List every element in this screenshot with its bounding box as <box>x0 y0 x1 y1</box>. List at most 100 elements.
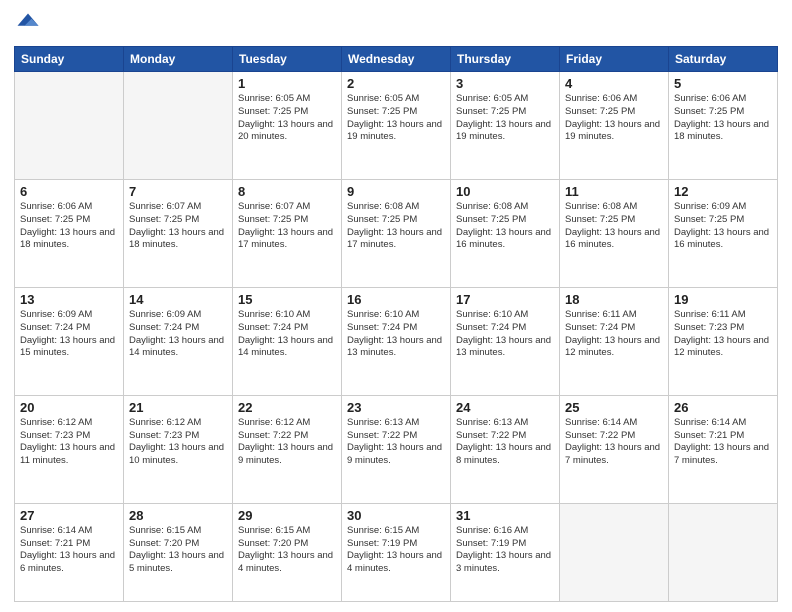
calendar-cell: 21 Sunrise: 6:12 AM Sunset: 7:23 PM Dayli… <box>124 395 233 503</box>
calendar-cell <box>669 503 778 601</box>
day-number: 4 <box>565 76 663 91</box>
calendar-week-3: 13 Sunrise: 6:09 AM Sunset: 7:24 PM Dayli… <box>15 287 778 395</box>
day-info: Sunrise: 6:13 AM Sunset: 7:22 PM Dayligh… <box>347 417 445 468</box>
day-number: 5 <box>674 76 772 91</box>
calendar-cell: 20 Sunrise: 6:12 AM Sunset: 7:23 PM Dayli… <box>15 395 124 503</box>
day-info: Sunrise: 6:15 AM Sunset: 7:20 PM Dayligh… <box>238 525 336 576</box>
day-info: Sunrise: 6:15 AM Sunset: 7:20 PM Dayligh… <box>129 525 227 576</box>
day-info: Sunrise: 6:12 AM Sunset: 7:23 PM Dayligh… <box>20 417 118 468</box>
day-number: 19 <box>674 292 772 307</box>
day-info: Sunrise: 6:10 AM Sunset: 7:24 PM Dayligh… <box>347 309 445 360</box>
calendar-week-4: 20 Sunrise: 6:12 AM Sunset: 7:23 PM Dayli… <box>15 395 778 503</box>
calendar-cell <box>15 72 124 180</box>
calendar-cell: 25 Sunrise: 6:14 AM Sunset: 7:22 PM Dayli… <box>560 395 669 503</box>
day-number: 29 <box>238 508 336 523</box>
calendar-header-saturday: Saturday <box>669 47 778 72</box>
calendar-cell: 28 Sunrise: 6:15 AM Sunset: 7:20 PM Dayli… <box>124 503 233 601</box>
day-number: 16 <box>347 292 445 307</box>
day-info: Sunrise: 6:06 AM Sunset: 7:25 PM Dayligh… <box>20 201 118 252</box>
day-info: Sunrise: 6:06 AM Sunset: 7:25 PM Dayligh… <box>674 93 772 144</box>
day-info: Sunrise: 6:13 AM Sunset: 7:22 PM Dayligh… <box>456 417 554 468</box>
calendar-cell: 12Sunrise: 6:09 AM Sunset: 7:25 PM Dayli… <box>669 179 778 287</box>
day-info: Sunrise: 6:08 AM Sunset: 7:25 PM Dayligh… <box>347 201 445 252</box>
calendar-cell: 17 Sunrise: 6:10 AM Sunset: 7:24 PM Dayli… <box>451 287 560 395</box>
calendar-week-1: 1 Sunrise: 6:05 AM Sunset: 7:25 PM Daylig… <box>15 72 778 180</box>
calendar-cell: 16 Sunrise: 6:10 AM Sunset: 7:24 PM Dayli… <box>342 287 451 395</box>
calendar-cell: 22Sunrise: 6:12 AM Sunset: 7:22 PM Dayli… <box>233 395 342 503</box>
day-number: 26 <box>674 400 772 415</box>
day-info: Sunrise: 6:05 AM Sunset: 7:25 PM Dayligh… <box>456 93 554 144</box>
day-number: 14 <box>129 292 227 307</box>
day-number: 7 <box>129 184 227 199</box>
calendar-cell: 9Sunrise: 6:08 AM Sunset: 7:25 PM Daylig… <box>342 179 451 287</box>
calendar-cell: 10 Sunrise: 6:08 AM Sunset: 7:25 PM Dayli… <box>451 179 560 287</box>
calendar-cell: 27Sunrise: 6:14 AM Sunset: 7:21 PM Dayli… <box>15 503 124 601</box>
calendar-cell: 1 Sunrise: 6:05 AM Sunset: 7:25 PM Daylig… <box>233 72 342 180</box>
day-number: 2 <box>347 76 445 91</box>
day-number: 24 <box>456 400 554 415</box>
calendar-cell: 15 Sunrise: 6:10 AM Sunset: 7:24 PM Dayli… <box>233 287 342 395</box>
calendar-cell: 7Sunrise: 6:07 AM Sunset: 7:25 PM Daylig… <box>124 179 233 287</box>
calendar-cell: 3 Sunrise: 6:05 AM Sunset: 7:25 PM Daylig… <box>451 72 560 180</box>
calendar-cell: 5 Sunrise: 6:06 AM Sunset: 7:25 PM Daylig… <box>669 72 778 180</box>
day-info: Sunrise: 6:12 AM Sunset: 7:23 PM Dayligh… <box>129 417 227 468</box>
day-number: 12 <box>674 184 772 199</box>
day-info: Sunrise: 6:10 AM Sunset: 7:24 PM Dayligh… <box>238 309 336 360</box>
calendar-cell: 14 Sunrise: 6:09 AM Sunset: 7:24 PM Dayli… <box>124 287 233 395</box>
day-info: Sunrise: 6:08 AM Sunset: 7:25 PM Dayligh… <box>565 201 663 252</box>
logo <box>14 10 46 38</box>
day-info: Sunrise: 6:14 AM Sunset: 7:21 PM Dayligh… <box>20 525 118 576</box>
day-info: Sunrise: 6:11 AM Sunset: 7:23 PM Dayligh… <box>674 309 772 360</box>
calendar-cell: 23 Sunrise: 6:13 AM Sunset: 7:22 PM Dayli… <box>342 395 451 503</box>
day-info: Sunrise: 6:07 AM Sunset: 7:25 PM Dayligh… <box>238 201 336 252</box>
day-info: Sunrise: 6:05 AM Sunset: 7:25 PM Dayligh… <box>347 93 445 144</box>
day-number: 8 <box>238 184 336 199</box>
logo-icon <box>14 10 42 38</box>
day-info: Sunrise: 6:09 AM Sunset: 7:24 PM Dayligh… <box>129 309 227 360</box>
calendar-cell <box>560 503 669 601</box>
day-number: 28 <box>129 508 227 523</box>
calendar-cell: 30 Sunrise: 6:15 AM Sunset: 7:19 PM Dayli… <box>342 503 451 601</box>
header <box>14 10 778 38</box>
calendar-header-tuesday: Tuesday <box>233 47 342 72</box>
calendar-cell: 13 Sunrise: 6:09 AM Sunset: 7:24 PM Dayli… <box>15 287 124 395</box>
calendar-cell: 11Sunrise: 6:08 AM Sunset: 7:25 PM Dayli… <box>560 179 669 287</box>
calendar-cell: 29 Sunrise: 6:15 AM Sunset: 7:20 PM Dayli… <box>233 503 342 601</box>
calendar-cell: 6 Sunrise: 6:06 AM Sunset: 7:25 PM Daylig… <box>15 179 124 287</box>
day-info: Sunrise: 6:08 AM Sunset: 7:25 PM Dayligh… <box>456 201 554 252</box>
day-number: 22 <box>238 400 336 415</box>
day-number: 31 <box>456 508 554 523</box>
day-info: Sunrise: 6:14 AM Sunset: 7:21 PM Dayligh… <box>674 417 772 468</box>
day-info: Sunrise: 6:06 AM Sunset: 7:25 PM Dayligh… <box>565 93 663 144</box>
day-number: 20 <box>20 400 118 415</box>
day-number: 10 <box>456 184 554 199</box>
day-number: 13 <box>20 292 118 307</box>
calendar-header-thursday: Thursday <box>451 47 560 72</box>
calendar-cell <box>124 72 233 180</box>
calendar-header-friday: Friday <box>560 47 669 72</box>
day-number: 25 <box>565 400 663 415</box>
calendar: SundayMondayTuesdayWednesdayThursdayFrid… <box>14 46 778 602</box>
day-number: 6 <box>20 184 118 199</box>
day-info: Sunrise: 6:05 AM Sunset: 7:25 PM Dayligh… <box>238 93 336 144</box>
calendar-cell: 31Sunrise: 6:16 AM Sunset: 7:19 PM Dayli… <box>451 503 560 601</box>
calendar-cell: 26 Sunrise: 6:14 AM Sunset: 7:21 PM Dayli… <box>669 395 778 503</box>
calendar-header-wednesday: Wednesday <box>342 47 451 72</box>
day-number: 15 <box>238 292 336 307</box>
day-number: 23 <box>347 400 445 415</box>
calendar-cell: 4 Sunrise: 6:06 AM Sunset: 7:25 PM Daylig… <box>560 72 669 180</box>
day-info: Sunrise: 6:15 AM Sunset: 7:19 PM Dayligh… <box>347 525 445 576</box>
calendar-week-2: 6 Sunrise: 6:06 AM Sunset: 7:25 PM Daylig… <box>15 179 778 287</box>
day-number: 1 <box>238 76 336 91</box>
day-number: 21 <box>129 400 227 415</box>
day-number: 30 <box>347 508 445 523</box>
day-info: Sunrise: 6:10 AM Sunset: 7:24 PM Dayligh… <box>456 309 554 360</box>
day-number: 3 <box>456 76 554 91</box>
day-info: Sunrise: 6:11 AM Sunset: 7:24 PM Dayligh… <box>565 309 663 360</box>
calendar-cell: 24 Sunrise: 6:13 AM Sunset: 7:22 PM Dayli… <box>451 395 560 503</box>
day-info: Sunrise: 6:14 AM Sunset: 7:22 PM Dayligh… <box>565 417 663 468</box>
page: SundayMondayTuesdayWednesdayThursdayFrid… <box>0 0 792 612</box>
calendar-week-5: 27Sunrise: 6:14 AM Sunset: 7:21 PM Dayli… <box>15 503 778 601</box>
day-number: 17 <box>456 292 554 307</box>
day-info: Sunrise: 6:09 AM Sunset: 7:24 PM Dayligh… <box>20 309 118 360</box>
